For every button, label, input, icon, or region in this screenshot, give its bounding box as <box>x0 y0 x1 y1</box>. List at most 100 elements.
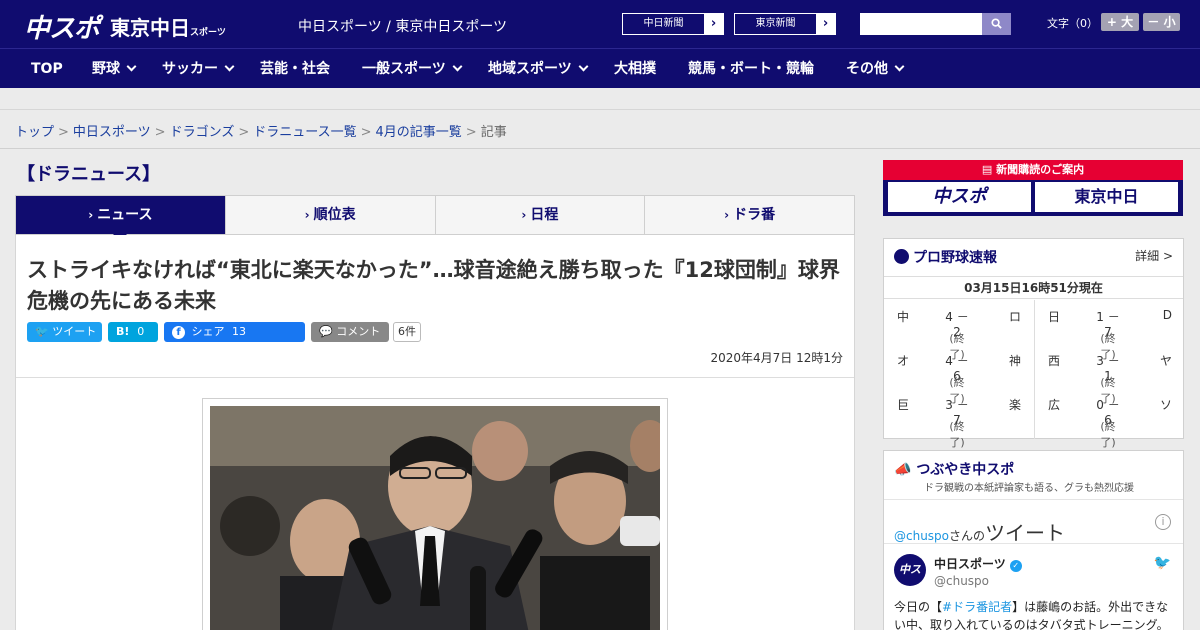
nav-racing-label: 競馬・ボート・競輪 <box>688 61 814 77</box>
hashtag-link[interactable]: #ドラ番記者 <box>942 600 1012 614</box>
chevron-down-icon <box>894 61 905 72</box>
avatar[interactable]: 中スポ <box>894 554 926 608</box>
home-team: 西 <box>1048 354 1061 368</box>
article-photo[interactable] <box>210 406 660 630</box>
scores-detail-link[interactable]: 詳細 > <box>1135 247 1173 264</box>
nav-general-sports[interactable]: 一般スポーツ <box>362 49 463 89</box>
nav-sumo[interactable]: 大相撲 <box>614 49 656 89</box>
breadcrumb-bar: トップ > 中日スポーツ > ドラゴンズ > ドラニュース一覧 >4月の記事一覧 > 記事 <box>0 111 1200 149</box>
tweet-widget-title: 📣 つぶやき中スポ <box>894 459 1014 479</box>
nav-soccer[interactable]: サッカー <box>162 49 235 89</box>
tab-news[interactable]: › ニュース <box>16 196 225 241</box>
breadcrumb-separator: > <box>58 125 69 140</box>
article-headline: ストライキなければ“東北に楽天なかった”…球音途絶え勝ち取った『12球団制』球界… <box>27 258 840 313</box>
sub-nav-strip <box>0 88 1200 110</box>
game-row[interactable]: オ 4 － 6 神 (終了) <box>884 344 1034 405</box>
facebook-share-button[interactable]: f シェア 13 <box>164 322 305 342</box>
font-smaller-button[interactable]: － 小 <box>1143 13 1180 31</box>
chunichi-shimbun-label: 中日新聞 <box>623 14 704 34</box>
timeline-handle-link[interactable]: @chuspo <box>894 529 949 543</box>
chuspo-logo[interactable]: 中スポ <box>24 8 100 45</box>
scores-title-text: プロ野球速報 <box>913 250 997 266</box>
share-buttons: 🐦 ツイート B! 0 f シェア 13 💬 コメント 6件 <box>27 322 421 342</box>
tweet-timeline-header: @chuspoさんのツイート i <box>884 499 1183 546</box>
nav-top[interactable]: TOP <box>31 49 63 89</box>
game-row[interactable]: 巨 3 － 7 楽 (終了) <box>884 388 1034 449</box>
breadcrumb-chuspo[interactable]: 中日スポーツ <box>73 125 151 140</box>
chevron-right-icon: › <box>304 208 310 222</box>
breadcrumb-separator: > <box>238 125 250 140</box>
subscription-banner[interactable]: ▤ 新聞購読のご案内 中スポ 東京中日 <box>883 160 1183 216</box>
nav-other[interactable]: その他 <box>846 49 905 89</box>
away-team: ヤ <box>1159 354 1172 368</box>
tokyo-chunichi-logo[interactable]: 東京中日スポーツ <box>110 12 226 41</box>
comment-button[interactable]: 💬 コメント <box>311 322 389 342</box>
scores-left-column: 中 4 － 2 ロ (終了) オ 4 － 6 神 (終了) 巨 3 － 7 楽 … <box>884 300 1034 449</box>
baseball-scores: プロ野球速報 詳細 > 03月15日16時51分現在 中 4 － 2 ロ (終了… <box>883 238 1185 449</box>
nav-racing[interactable]: 競馬・ボート・競輪 <box>688 49 814 89</box>
search-icon <box>991 18 1002 29</box>
game-row[interactable]: 中 4 － 2 ロ (終了) <box>884 300 1034 361</box>
timeline-handle: @chuspoさんのツイート <box>894 517 1065 546</box>
tweet-author-name[interactable]: 中日スポーツ ✓ <box>934 555 1022 572</box>
chunichi-shimbun-link[interactable]: 中日新聞 › <box>622 13 724 35</box>
breadcrumb-top[interactable]: トップ <box>15 125 54 140</box>
tab-schedule[interactable]: › 日程 <box>434 196 645 234</box>
tokyo-shimbun-link[interactable]: 東京新聞 › <box>734 13 836 35</box>
tweet-author-id[interactable]: @chuspo <box>934 574 989 588</box>
tokyo-logo-small: スポーツ <box>190 28 226 38</box>
section-tabs: › ニュース › 順位表 › 日程 › ドラ番 <box>15 195 855 241</box>
tab-dora-ban[interactable]: › ドラ番 <box>644 196 854 234</box>
verified-badge-icon: ✓ <box>1009 560 1022 572</box>
tab-standings-label: 順位表 <box>313 207 356 223</box>
hatena-bookmark-button[interactable]: B! 0 <box>108 322 158 342</box>
breadcrumb-separator: > <box>360 125 372 140</box>
tweet-author-name-text: 中日スポーツ <box>934 557 1006 571</box>
info-icon[interactable]: i <box>1155 514 1171 530</box>
nav-baseball-label: 野球 <box>92 61 120 77</box>
tab-standings[interactable]: › 順位表 <box>224 196 435 234</box>
megaphone-icon: 📣 <box>894 462 912 478</box>
nav-local-sports-label: 地域スポーツ <box>488 61 572 77</box>
game-row[interactable]: 西 3 － 1 ヤ (終了) <box>1035 344 1185 405</box>
search-button[interactable] <box>982 13 1011 35</box>
breadcrumb-april[interactable]: 4月の記事一覧 <box>376 125 462 140</box>
subscription-title-text: 新聞購読のご案内 <box>996 163 1085 176</box>
tab-dora-ban-label: ドラ番 <box>733 207 776 223</box>
tokyo-logo-text: 東京中日 <box>110 16 190 40</box>
font-larger-button[interactable]: + 大 <box>1101 13 1139 31</box>
nav-entertainment[interactable]: 芸能・社会 <box>260 49 330 89</box>
tab-schedule-label: 日程 <box>530 207 559 223</box>
twitter-bird-icon[interactable]: 🐦 <box>1154 555 1171 571</box>
nav-local-sports[interactable]: 地域スポーツ <box>488 49 589 89</box>
away-team: 楽 <box>1008 398 1021 412</box>
site-title: 中日スポーツ / 東京中日スポーツ <box>298 19 508 35</box>
newspaper-icon: ▤ <box>981 163 997 176</box>
font-size-label: 文字（0） <box>1047 17 1098 30</box>
nav-other-label: その他 <box>846 61 888 77</box>
tweet-text: 今日の【#ドラ番記者】は藤嶋のお話。外出できない中、取り入れているのはタバタ式ト… <box>894 598 1179 630</box>
tweet-widget-subtitle: ドラ観戦の本紙評論家も語る、グラも熱烈応援 <box>924 483 1134 494</box>
subscription-banner-title: ▤ 新聞購読のご案内 <box>883 160 1183 180</box>
game-row[interactable]: 広 0 － 6 ソ (終了) <box>1035 388 1185 449</box>
top-header: 中スポ 東京中日スポーツ 中日スポーツ / 東京中日スポーツ 中日新聞 › 東京… <box>0 0 1200 48</box>
breadcrumb-dra-news[interactable]: ドラニュース一覧 <box>253 125 356 140</box>
nav-baseball[interactable]: 野球 <box>92 49 137 89</box>
facebook-icon: f <box>172 326 185 339</box>
tweet-text-pre: 今日の【 <box>894 600 943 614</box>
search-input[interactable] <box>860 13 982 35</box>
breadcrumb-separator: > <box>154 125 166 140</box>
chevron-down-icon <box>452 61 463 72</box>
game-row[interactable]: 日 1 － 7 D (終了) <box>1035 300 1185 361</box>
tweet-widget: 📣 つぶやき中スポ ドラ観戦の本紙評論家も語る、グラも熱烈応援 @chuspoさ… <box>883 450 1184 630</box>
game-status: (終了) <box>949 420 965 449</box>
breadcrumb-dragons[interactable]: ドラゴンズ <box>170 125 235 140</box>
search-box <box>860 13 1011 35</box>
chevron-right-icon: › <box>88 208 94 222</box>
scores-title: プロ野球速報 <box>894 247 997 267</box>
tab-news-label: ニュース <box>97 207 153 223</box>
tweet-button[interactable]: 🐦 ツイート <box>27 322 102 342</box>
comment-label: コメント <box>336 325 381 338</box>
tokyo-chunichi-subscribe-logo[interactable]: 東京中日 <box>1035 182 1178 212</box>
chuspo-subscribe-logo[interactable]: 中スポ <box>888 182 1031 212</box>
